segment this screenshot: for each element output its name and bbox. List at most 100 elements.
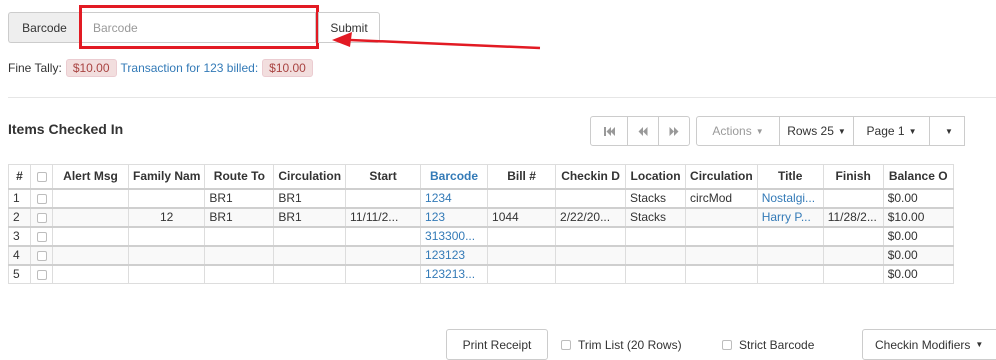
table-row[interactable]: 3 313300... $0.00 <box>8 226 954 246</box>
trim-list-label: Trim List (20 Rows) <box>578 338 682 352</box>
title-link[interactable] <box>756 226 824 246</box>
barcode-link[interactable]: 313300... <box>420 226 489 246</box>
first-page-button[interactable] <box>590 116 628 146</box>
trim-list-checkbox[interactable] <box>561 340 571 350</box>
balance-owed-cell: $0.00 <box>882 264 954 284</box>
start-cell: 11/11/2... <box>345 207 422 227</box>
balance-owed-cell: $0.00 <box>882 226 954 246</box>
rows-per-page-dropdown[interactable]: Rows 25 ▼ <box>779 116 854 146</box>
next-page-button[interactable] <box>658 116 690 146</box>
finish-cell <box>822 245 884 265</box>
caret-down-icon: ▼ <box>975 340 984 349</box>
row-select-checkbox[interactable] <box>36 250 47 261</box>
row-select-checkbox[interactable] <box>36 212 47 223</box>
title-link[interactable] <box>756 245 824 265</box>
column-header-circulation[interactable]: Circulation <box>273 164 347 189</box>
table-header-row: # Alert Msg Family Nam Route To Circulat… <box>8 164 954 189</box>
fine-tally-label: Fine Tally: <box>8 61 62 75</box>
column-header-location[interactable]: Location <box>625 164 687 189</box>
row-select-checkbox[interactable] <box>36 231 47 242</box>
page-dropdown[interactable]: Page 1 ▼ <box>853 116 930 146</box>
alert-msg-cell <box>52 207 129 227</box>
actions-label: Actions <box>712 124 752 138</box>
pointer-arrow <box>332 32 541 50</box>
column-header-checkin-date[interactable]: Checkin D <box>555 164 627 189</box>
table-row[interactable]: 2 12 BR1 BR1 11/11/2... 123 1044 2/22/20… <box>8 207 954 227</box>
column-header-select-all[interactable] <box>30 164 53 189</box>
title-link[interactable]: Nostalgi... <box>756 188 824 208</box>
transaction-billed-text: Transaction for 123 billed: <box>120 61 259 75</box>
location-cell <box>625 264 687 284</box>
checkin-date-cell <box>555 264 627 284</box>
column-header-barcode[interactable]: Barcode <box>420 164 489 189</box>
title-link[interactable]: Harry P... <box>756 207 824 227</box>
billed-amount: $10.00 <box>262 59 313 77</box>
checkin-date-cell <box>555 226 627 246</box>
balance-owed-cell: $10.00 <box>882 207 954 227</box>
finish-cell <box>822 226 884 246</box>
barcode-addon-label: Barcode <box>8 12 80 43</box>
column-header-route-to[interactable]: Route To <box>204 164 275 189</box>
row-number: 5 <box>8 264 31 284</box>
checkin-date-cell <box>555 188 627 208</box>
previous-page-button[interactable] <box>627 116 659 146</box>
finish-cell <box>822 264 884 284</box>
column-header-finish[interactable]: Finish <box>822 164 884 189</box>
circulation-cell: BR1 <box>273 188 347 208</box>
table-row[interactable]: 5 123213... $0.00 <box>8 264 954 284</box>
row-select-cell <box>30 207 53 227</box>
circulation-cell <box>273 245 347 265</box>
barcode-link[interactable]: 1234 <box>420 188 489 208</box>
family-name-cell: 12 <box>127 207 206 227</box>
column-header-alert-msg[interactable]: Alert Msg <box>52 164 129 189</box>
print-receipt-button[interactable]: Print Receipt <box>446 329 548 360</box>
select-all-checkbox[interactable] <box>36 172 47 183</box>
column-header-title[interactable]: Title <box>756 164 824 189</box>
trim-list-option[interactable]: Trim List (20 Rows) <box>561 338 682 352</box>
barcode-link[interactable]: 123123 <box>420 245 489 265</box>
location-cell <box>625 245 687 265</box>
row-number: 1 <box>8 188 31 208</box>
barcode-link[interactable]: 123 <box>420 207 489 227</box>
family-name-cell <box>127 188 206 208</box>
route-to-cell: BR1 <box>204 188 275 208</box>
more-options-dropdown[interactable]: ▼ <box>929 116 965 146</box>
row-select-cell <box>30 226 53 246</box>
title-link[interactable] <box>756 264 824 284</box>
circulation-modifier-cell <box>685 245 758 265</box>
column-header-balance-owed[interactable]: Balance O <box>882 164 954 189</box>
fine-tally-line: Fine Tally: $10.00 Transaction for 123 b… <box>8 59 317 77</box>
column-header-start[interactable]: Start <box>345 164 422 189</box>
alert-msg-cell <box>52 226 129 246</box>
column-header-circulation-modifier[interactable]: Circulation <box>685 164 758 189</box>
table-row[interactable]: 1 BR1 BR1 1234 Stacks circMod Nostalgi..… <box>8 188 954 208</box>
route-to-cell <box>204 264 275 284</box>
location-cell <box>625 226 687 246</box>
checkin-date-cell <box>555 245 627 265</box>
barcode-link[interactable]: 123213... <box>420 264 489 284</box>
column-header-family-name[interactable]: Family Nam <box>127 164 206 189</box>
family-name-cell <box>127 245 206 265</box>
table-row[interactable]: 4 123123 $0.00 <box>8 245 954 265</box>
alert-msg-cell <box>52 264 129 284</box>
strict-barcode-option[interactable]: Strict Barcode <box>722 338 814 352</box>
caret-down-icon: ▼ <box>945 126 953 136</box>
circulation-cell: BR1 <box>273 207 347 227</box>
location-cell: Stacks <box>625 207 687 227</box>
row-select-checkbox[interactable] <box>36 193 47 204</box>
circulation-modifier-cell <box>685 264 758 284</box>
start-cell <box>345 226 422 246</box>
column-header-bill-number[interactable]: Bill # <box>487 164 557 189</box>
strict-barcode-checkbox[interactable] <box>722 340 732 350</box>
checkin-modifiers-dropdown[interactable]: Checkin Modifiers ▼ <box>862 329 996 360</box>
row-select-checkbox[interactable] <box>36 270 47 281</box>
row-select-cell <box>30 264 53 284</box>
first-page-icon <box>603 126 615 136</box>
finish-cell: 11/28/2... <box>822 207 884 227</box>
column-header-row-number[interactable]: # <box>8 164 31 189</box>
route-to-cell <box>204 245 275 265</box>
bill-number-cell: 1044 <box>487 207 557 227</box>
barcode-input[interactable] <box>80 12 316 43</box>
rows-label: Rows 25 <box>787 124 834 138</box>
actions-dropdown[interactable]: Actions ▼ <box>696 116 780 146</box>
